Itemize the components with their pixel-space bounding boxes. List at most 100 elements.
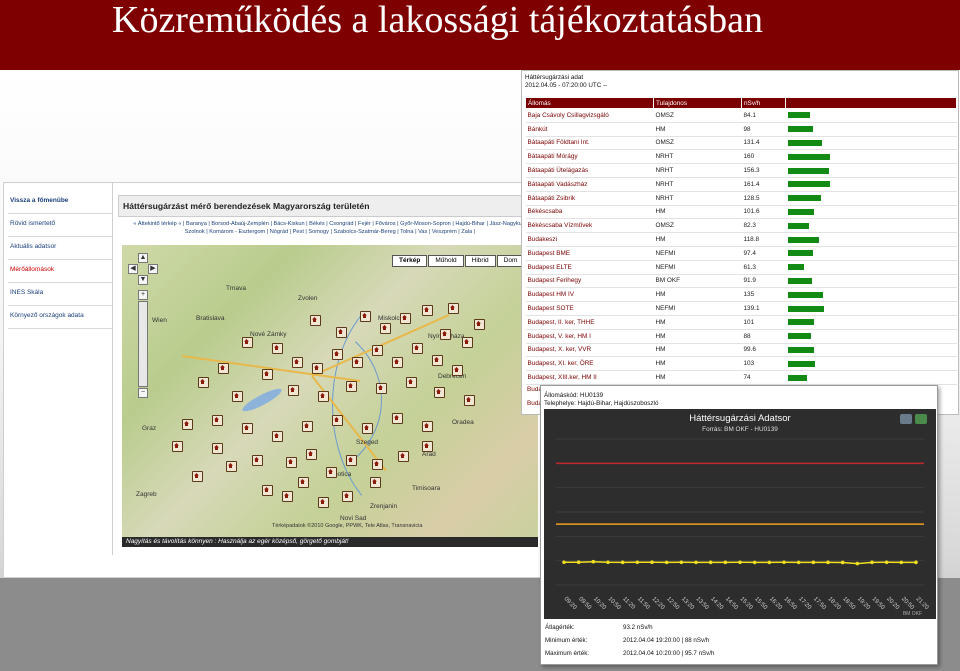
sidebar-item-ines-scale[interactable]: INES Skála <box>8 283 112 306</box>
station-map[interactable]: ▲ ◀ ▶ ▼ + − Térkép Műhold Hibrid Dom Wien B… <box>122 245 538 537</box>
station-name[interactable]: Bátaapáti Földtani Int. <box>525 136 654 151</box>
table-row[interactable]: Budapest, V. ker, HM I HM 88 <box>525 329 957 344</box>
station-marker-icon[interactable] <box>262 485 273 496</box>
station-marker-icon[interactable] <box>212 415 223 426</box>
table-row[interactable]: Bátaapáti Vadászház NRHT 161.4 <box>525 177 957 192</box>
station-marker-icon[interactable] <box>262 369 273 380</box>
station-name[interactable]: Budapest, II. ker, THHE <box>525 315 654 330</box>
station-name[interactable]: Budapest BME <box>525 246 654 261</box>
station-name[interactable]: Budapest, XIII.ker, HM II <box>525 370 654 385</box>
station-name[interactable]: Budakeszi <box>525 232 654 247</box>
table-row[interactable]: Budakeszi HM 118.8 <box>525 232 957 247</box>
station-name[interactable]: Budapest SOTE <box>525 301 654 316</box>
sidebar-item-intro[interactable]: Rövid ismertető <box>8 214 112 237</box>
station-name[interactable]: Bátaapáti Ütelágazás <box>525 163 654 178</box>
table-row[interactable]: Budapest ELTE NEFMI 61.3 <box>525 260 957 275</box>
table-row[interactable]: Békéscsaba Vízművek OMSZ 82.3 <box>525 218 957 234</box>
station-marker-icon[interactable] <box>434 387 445 398</box>
map-type-satellite-button[interactable]: Műhold <box>428 255 464 267</box>
station-marker-icon[interactable] <box>346 381 357 392</box>
station-marker-icon[interactable] <box>242 423 253 434</box>
station-marker-icon[interactable] <box>380 323 391 334</box>
station-marker-icon[interactable] <box>422 441 433 452</box>
station-marker-icon[interactable] <box>226 461 237 472</box>
station-marker-icon[interactable] <box>362 423 373 434</box>
station-marker-icon[interactable] <box>332 349 343 360</box>
zoom-slider[interactable] <box>138 301 148 387</box>
station-marker-icon[interactable] <box>474 319 485 330</box>
station-name[interactable]: Budapest, V. ker, HM I <box>525 329 654 344</box>
station-marker-icon[interactable] <box>336 327 347 338</box>
table-row[interactable]: Budapest Ferihegy BM OKF 91.9 <box>525 274 957 289</box>
station-marker-icon[interactable] <box>288 385 299 396</box>
station-marker-icon[interactable] <box>218 363 229 374</box>
station-marker-icon[interactable] <box>298 477 309 488</box>
column-header-station[interactable]: Állomás <box>525 97 654 109</box>
station-marker-icon[interactable] <box>398 451 409 462</box>
station-marker-icon[interactable] <box>372 345 383 356</box>
station-marker-icon[interactable] <box>192 471 203 482</box>
table-row[interactable]: Bánkút HM 98 <box>525 122 957 137</box>
station-marker-icon[interactable] <box>318 391 329 402</box>
station-marker-icon[interactable] <box>464 395 475 406</box>
station-marker-icon[interactable] <box>242 337 253 348</box>
station-marker-icon[interactable] <box>252 455 263 466</box>
station-name[interactable]: Bátaapáti Zsibrik <box>525 191 654 206</box>
station-marker-icon[interactable] <box>360 311 371 322</box>
station-name[interactable]: Bátaapáti Mórágy <box>525 149 654 165</box>
station-marker-icon[interactable] <box>352 357 363 368</box>
sidebar-item-back[interactable]: Vissza a főmenübe <box>8 191 112 214</box>
station-marker-icon[interactable] <box>406 377 417 388</box>
station-marker-icon[interactable] <box>272 343 283 354</box>
station-marker-icon[interactable] <box>422 421 433 432</box>
station-marker-icon[interactable] <box>346 455 357 466</box>
station-marker-icon[interactable] <box>332 415 343 426</box>
station-marker-icon[interactable] <box>400 313 411 324</box>
station-marker-icon[interactable] <box>342 491 353 502</box>
station-name[interactable]: Békéscsaba Vízművek <box>525 218 654 234</box>
station-marker-icon[interactable] <box>392 357 403 368</box>
station-marker-icon[interactable] <box>440 329 451 340</box>
column-header-owner[interactable]: Tulajdonos <box>653 97 742 109</box>
column-header-dose-rate[interactable]: nSv/h <box>741 97 786 109</box>
station-marker-icon[interactable] <box>282 491 293 502</box>
down-arrow-icon[interactable]: ▼ <box>138 275 148 285</box>
station-marker-icon[interactable] <box>376 383 387 394</box>
station-marker-icon[interactable] <box>422 305 433 316</box>
sidebar-item-stations[interactable]: Mérőállomások <box>8 260 112 283</box>
station-marker-icon[interactable] <box>310 315 321 326</box>
station-marker-icon[interactable] <box>412 343 423 354</box>
station-marker-icon[interactable] <box>272 431 283 442</box>
station-name[interactable]: Bánkút <box>525 122 654 137</box>
station-marker-icon[interactable] <box>372 459 383 470</box>
station-marker-icon[interactable] <box>452 365 463 376</box>
table-row[interactable]: Bátaapáti Földtani Int. OMSZ 131.4 <box>525 136 957 151</box>
station-name[interactable]: Budapest HM IV <box>525 287 654 303</box>
station-marker-icon[interactable] <box>462 337 473 348</box>
sidebar-item-current-data[interactable]: Aktuális adatsor <box>8 237 112 260</box>
table-row[interactable]: Budapest HM IV HM 135 <box>525 287 957 303</box>
station-name[interactable]: Békéscsaba <box>525 205 654 220</box>
station-marker-icon[interactable] <box>212 443 223 454</box>
zoom-in-icon[interactable]: + <box>138 290 148 300</box>
download-icon[interactable] <box>915 414 927 424</box>
sidebar-item-neighbour-countries[interactable]: Környező országok adata <box>8 306 112 329</box>
left-arrow-icon[interactable]: ◀ <box>128 264 138 274</box>
up-arrow-icon[interactable]: ▲ <box>138 253 148 263</box>
station-marker-icon[interactable] <box>306 449 317 460</box>
station-marker-icon[interactable] <box>292 357 303 368</box>
station-marker-icon[interactable] <box>318 497 329 508</box>
map-type-hybrid-button[interactable]: Hibrid <box>464 255 496 267</box>
station-marker-icon[interactable] <box>172 441 183 452</box>
table-row[interactable]: Budapest, XI. ker, ÖRE HM 103 <box>525 356 957 372</box>
table-row[interactable]: Budapest SOTE NEFMI 139.1 <box>525 301 957 316</box>
station-marker-icon[interactable] <box>312 363 323 374</box>
print-icon[interactable] <box>900 414 912 424</box>
table-row[interactable]: Budapest, XIII.ker, HM II HM 74 <box>525 370 957 385</box>
zoom-out-icon[interactable]: − <box>138 388 148 398</box>
station-marker-icon[interactable] <box>326 467 337 478</box>
station-marker-icon[interactable] <box>182 419 193 430</box>
table-row[interactable]: Bátaapáti Zsibrik NRHT 128.5 <box>525 191 957 206</box>
map-type-map-button[interactable]: Térkép <box>392 255 428 267</box>
right-arrow-icon[interactable]: ▶ <box>148 264 158 274</box>
